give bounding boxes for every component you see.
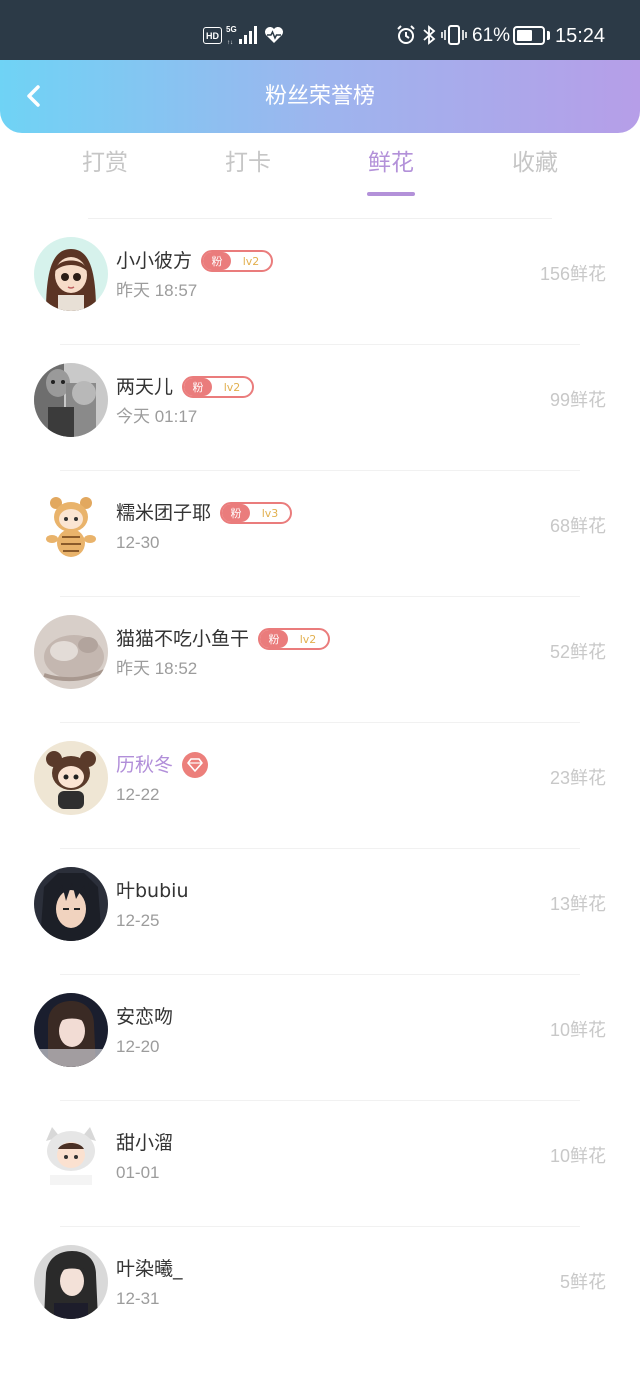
list-item[interactable]: 猫猫不吃小鱼干 粉 lv2 昨天 18:52 52鲜花 [0, 597, 640, 723]
fan-badge-label: 粉 [260, 630, 289, 648]
list-item[interactable]: 小小彼方 粉 lv2 昨天 18:57 156鲜花 [0, 219, 640, 345]
battery-icon [513, 26, 545, 45]
fan-badge-label: 粉 [184, 378, 213, 396]
timestamp: 12-30 [116, 533, 160, 552]
avatar [34, 1119, 108, 1193]
username: 两天儿 [116, 376, 174, 398]
avatar [34, 993, 108, 1067]
fan-badge-label: 粉 [222, 504, 251, 522]
flower-count: 68鲜花 [549, 516, 606, 536]
flower-count: 23鲜花 [549, 768, 606, 788]
flower-count: 52鲜花 [549, 642, 606, 662]
alarm-icon [397, 25, 415, 44]
fan-badge: 粉 lv2 [201, 250, 274, 272]
timestamp: 12-22 [116, 785, 160, 804]
flower-count: 99鲜花 [549, 390, 606, 410]
avatar [34, 237, 108, 311]
fan-badge-level: lv2 [299, 632, 317, 646]
status-bar: HD 5G ↑↓ 61% 15:24 [0, 0, 640, 60]
fan-badge-level: lv2 [242, 254, 260, 268]
vibrate-icon [441, 25, 467, 45]
username: 叶bubiu [116, 880, 189, 902]
username: 猫猫不吃小鱼干 [116, 628, 250, 650]
svg-text:5G: 5G [226, 25, 237, 34]
timestamp: 12-31 [116, 1289, 160, 1308]
timestamp: 12-20 [116, 1037, 160, 1056]
timestamp: 01-01 [116, 1163, 160, 1182]
heart-rate-icon [265, 27, 283, 43]
list-item[interactable]: 安恋吻 12-20 10鲜花 [0, 975, 640, 1101]
flower-count: 156鲜花 [539, 264, 606, 284]
username: 叶染曦_ [116, 1258, 183, 1280]
username: 小小彼方 [116, 250, 193, 272]
avatar [34, 615, 108, 689]
status-time: 15:24 [555, 25, 606, 47]
tab-active-indicator [367, 192, 415, 196]
avatar [34, 741, 108, 815]
username: 糯米团子耶 [116, 502, 212, 524]
list-item[interactable]: 叶bubiu 12-25 13鲜花 [0, 849, 640, 975]
timestamp: 昨天 18:52 [116, 659, 198, 678]
flower-count: 10鲜花 [549, 1146, 606, 1166]
tab-favorites[interactable]: 收藏 [495, 146, 575, 180]
fan-badge: 粉 lv3 [220, 502, 293, 524]
username: 甜小溜 [116, 1132, 174, 1154]
fan-badge-label: 粉 [203, 252, 232, 270]
fan-badge: 粉 lv2 [182, 376, 255, 398]
timestamp: 昨天 18:57 [116, 281, 198, 300]
fan-badge: 粉 lv2 [258, 628, 331, 650]
fan-badge-level: lv2 [223, 380, 241, 394]
avatar [34, 489, 108, 563]
flower-count: 10鲜花 [549, 1020, 606, 1040]
list-item[interactable]: 叶染曦_ 12-31 5鲜花 [0, 1227, 640, 1353]
battery-percent: 61% [472, 25, 511, 46]
tab-flowers[interactable]: 鲜花 [351, 146, 431, 196]
header: 粉丝荣誉榜 [0, 60, 640, 133]
hd-icon: HD [203, 27, 222, 44]
list-item[interactable]: 糯米团子耶 粉 lv3 12-30 68鲜花 [0, 471, 640, 597]
tab-reward[interactable]: 打赏 [65, 146, 145, 180]
bluetooth-icon [423, 25, 436, 45]
ranking-list: 小小彼方 粉 lv2 昨天 18:57 156鲜花 两天儿 粉 lv2 今天 0… [0, 219, 640, 1353]
list-item[interactable]: 历秋冬 12-22 23鲜花 [0, 723, 640, 849]
timestamp: 今天 01:17 [116, 407, 198, 426]
svg-text:↑↓: ↑↓ [227, 40, 233, 46]
list-item[interactable]: 甜小溜 01-01 10鲜花 [0, 1101, 640, 1227]
avatar [34, 867, 108, 941]
flower-count: 13鲜花 [549, 894, 606, 914]
diamond-icon [182, 752, 209, 778]
timestamp: 12-25 [116, 911, 160, 930]
battery-tip [547, 31, 550, 40]
username: 安恋吻 [116, 1006, 174, 1028]
tab-checkin[interactable]: 打卡 [208, 146, 288, 180]
tab-flowers-label: 鲜花 [368, 150, 414, 176]
signal-icon: 5G ↑↓ [226, 25, 257, 46]
fan-badge-level: lv3 [261, 506, 279, 520]
avatar [34, 363, 108, 437]
avatar [34, 1245, 108, 1319]
flower-count: 5鲜花 [559, 1272, 606, 1292]
list-item[interactable]: 两天儿 粉 lv2 今天 01:17 99鲜花 [0, 345, 640, 471]
tab-bar: 打赏 打卡 鲜花 收藏 [0, 146, 640, 202]
username: 历秋冬 [116, 754, 174, 776]
page-title: 粉丝荣誉榜 [264, 84, 375, 109]
